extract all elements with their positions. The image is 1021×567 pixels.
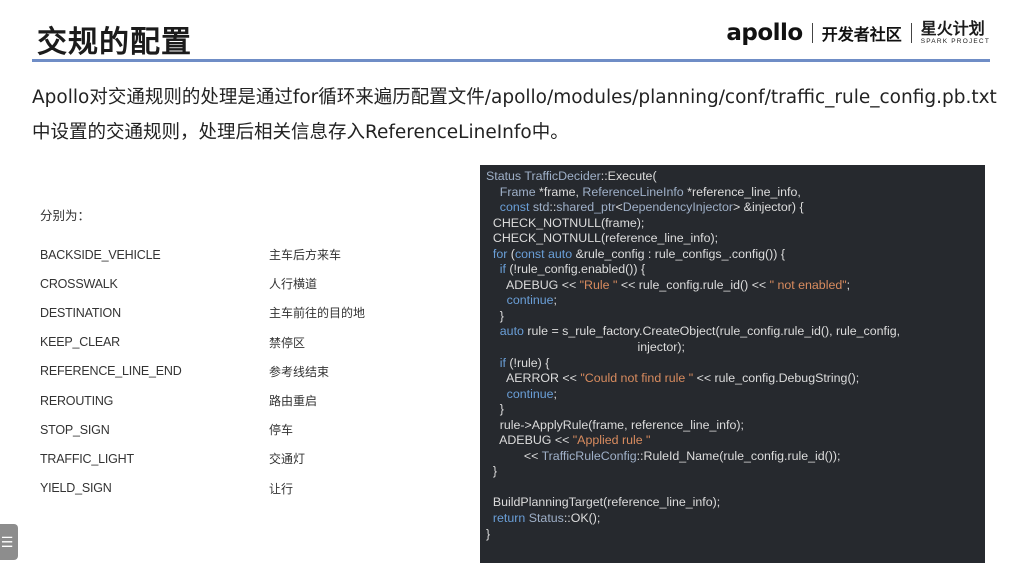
code-line: if (!rule_config.enabled()) { [499, 262, 646, 277]
code-line: rule->ApplyRule(frame, reference_line_in… [499, 417, 744, 432]
intro-paragraph: Apollo对交通规则的处理是通过for循环来遍历配置文件/apollo/mod… [32, 80, 1007, 150]
rule-name: CROSSWALK [40, 276, 118, 291]
brand-divider [910, 23, 912, 43]
slide-title: 交规的配置 [37, 25, 192, 60]
list-item: KEEP_CLEAR 禁停区 [40, 328, 420, 357]
code-line: Frame *frame, ReferenceLineInfo *referen… [499, 184, 801, 199]
code-line: ADEBUG << "Applied rule " [486, 433, 651, 448]
rule-description: 禁停区 [269, 335, 306, 350]
code-line: continue; [506, 386, 557, 401]
rule-name: DESTINATION [40, 305, 121, 320]
rule-name: STOP_SIGN [40, 422, 110, 437]
code-line: auto rule = s_rule_factory.CreateObject(… [499, 324, 901, 339]
menu-icon: ☰ [0, 533, 14, 550]
side-menu-tab[interactable]: ☰ [0, 524, 18, 560]
brand-divider [811, 23, 813, 43]
code-line: return Status::OK(); [492, 511, 601, 526]
code-listing: Status TrafficDecider::Execute( Frame *f… [480, 165, 985, 542]
list-item: DESTINATION 主车前往的目的地 [40, 298, 420, 327]
rule-description: 停车 [269, 423, 294, 438]
code-line: BuildPlanningTarget(reference_line_info)… [492, 495, 721, 510]
list-item: YIELD_SIGN 让行 [40, 474, 420, 503]
traffic-rules-list: BACKSIDE_VEHICLE 主车后方来车 CROSSWALK 人行横道 D… [40, 240, 420, 503]
code-block: Status TrafficDecider::Execute( Frame *f… [480, 165, 985, 563]
intro-line: Apollo对交通规则的处理是通过for循环来遍历配置文件/apollo/mod… [32, 87, 997, 108]
rule-name: REFERENCE_LINE_END [40, 364, 182, 379]
rule-name: KEEP_CLEAR [40, 335, 120, 350]
rules-heading: 分别为： [40, 208, 91, 223]
developer-community-label: 开发者社区 [821, 25, 902, 44]
list-item: REROUTING 路由重启 [40, 386, 420, 415]
list-item: STOP_SIGN 停车 [40, 415, 420, 444]
code-line: const std::shared_ptr<DependencyInjector… [499, 200, 804, 215]
spark-project-logo: 星火计划 SPARK PROJECT [920, 18, 990, 46]
code-line: ADEBUG << "Rule " << rule_config.rule_id… [486, 277, 851, 292]
title-underline [32, 59, 990, 62]
code-line: } [499, 402, 504, 417]
rule-description: 路由重启 [269, 394, 318, 409]
code-line: if (!rule) { [499, 355, 550, 370]
rule-description: 参考线结束 [269, 364, 330, 379]
rule-description: 交通灯 [269, 452, 306, 467]
code-line: } [492, 464, 498, 479]
code-line: AERROR << "Could not find rule " << rule… [486, 371, 860, 386]
list-item: TRAFFIC_LIGHT 交通灯 [40, 444, 420, 473]
code-line: } [486, 526, 491, 541]
list-item: BACKSIDE_VEHICLE 主车后方来车 [40, 240, 420, 269]
rule-name: REROUTING [40, 393, 114, 408]
rule-description: 让行 [269, 481, 294, 496]
rule-description: 人行横道 [269, 277, 318, 292]
list-item: CROSSWALK 人行横道 [40, 269, 420, 298]
rule-description: 主车后方来车 [269, 248, 342, 263]
spark-project-cn: 星火计划 [920, 18, 985, 38]
rule-name: TRAFFIC_LIGHT [40, 451, 134, 466]
brand-logo: apollo 开发者社区 星火计划 SPARK PROJECT [726, 19, 990, 47]
code-line: CHECK_NOTNULL(reference_line_info); [492, 231, 719, 246]
rule-description: 主车前往的目的地 [269, 306, 366, 321]
spark-project-en: SPARK PROJECT [920, 37, 990, 45]
rule-name: YIELD_SIGN [40, 481, 112, 496]
apollo-logo-text: apollo [726, 20, 803, 46]
rule-name: BACKSIDE_VEHICLE [40, 247, 161, 262]
code-line: << TrafficRuleConfig::RuleId_Name(rule_c… [486, 448, 841, 463]
code-line: Status TrafficDecider::Execute( [486, 169, 657, 183]
list-item: REFERENCE_LINE_END 参考线结束 [40, 357, 420, 386]
code-line: } [499, 308, 504, 323]
code-line: continue; [506, 293, 557, 308]
code-line: for (const auto &rule_config : rule_conf… [492, 246, 785, 261]
intro-line: 中设置的交通规则，处理后相关信息存入ReferenceLineInfo中。 [32, 122, 569, 143]
code-line: CHECK_NOTNULL(frame); [492, 215, 645, 230]
code-line: injector); [637, 340, 685, 355]
